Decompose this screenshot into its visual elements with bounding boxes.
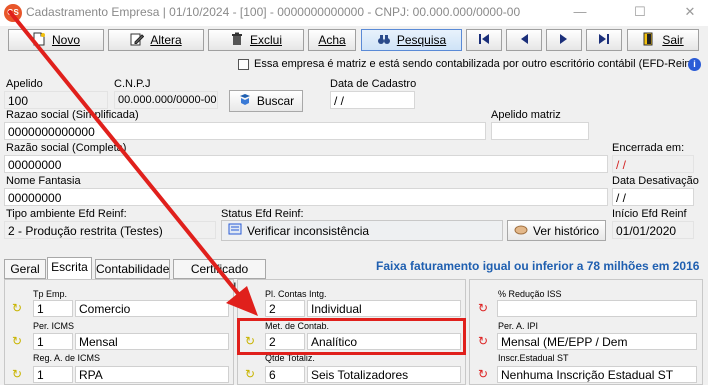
annotation-arrow — [8, 10, 258, 316]
